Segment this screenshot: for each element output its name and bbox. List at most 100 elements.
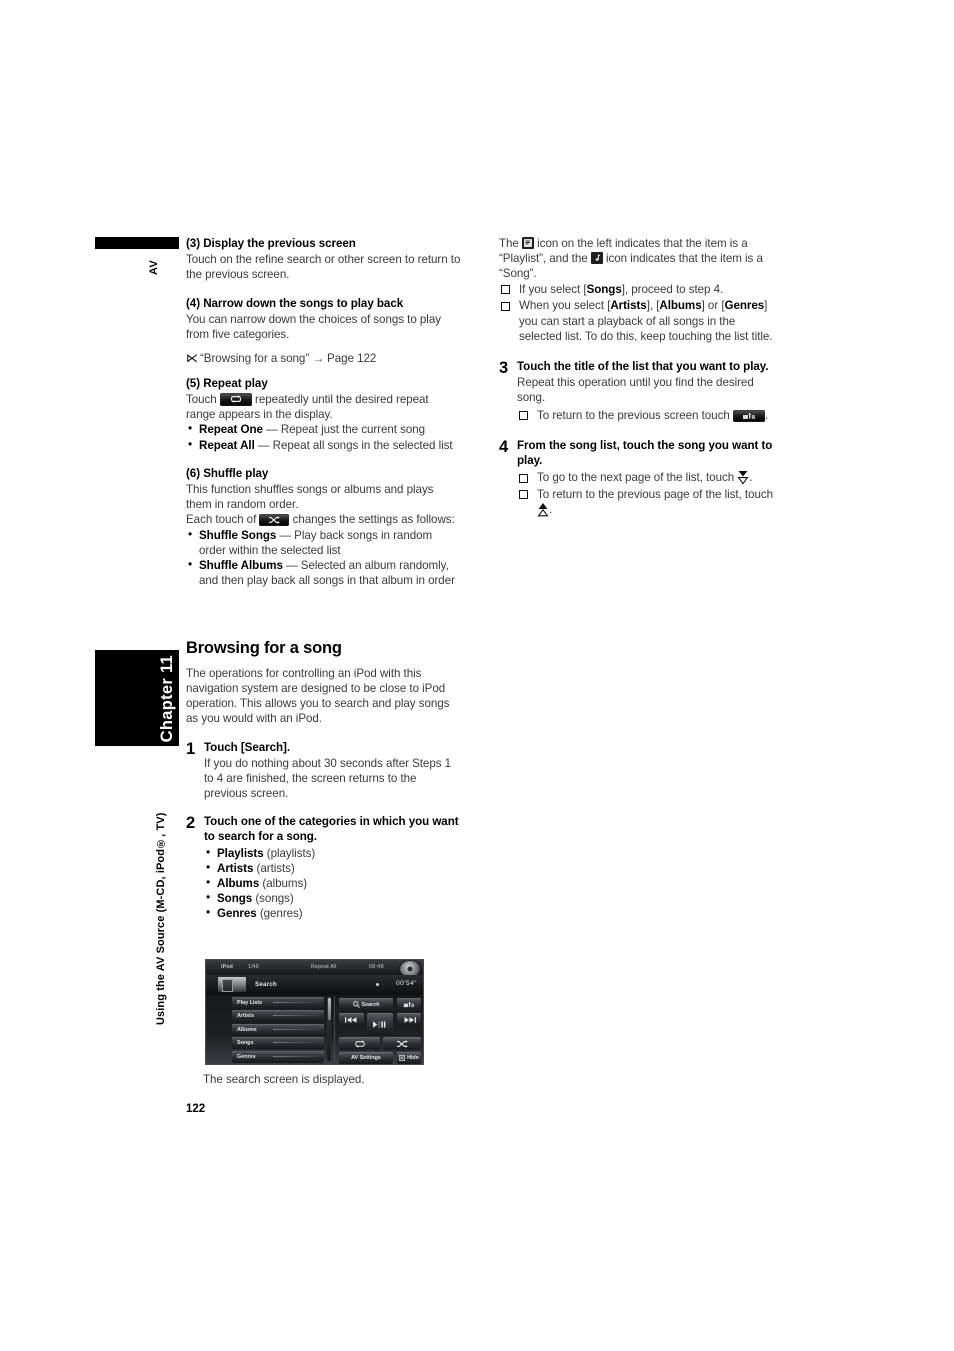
step-3: 3 Touch the title of the list that you w… [499,359,774,425]
step3-notes: To return to the previous screen touch . [517,407,774,424]
category-list: Play Lists Artists Albums Songs Genres [232,997,324,1064]
list-item-songs[interactable]: Songs [232,1037,324,1050]
cross-reference-item4: ⋉ “Browsing for a song” → Page 122 [186,351,461,367]
chapter-tab-label: Chapter 11 [157,654,176,742]
screen-title: Search [255,981,277,988]
list-item-albums[interactable]: Albums [232,1023,324,1036]
heading-item5: (5) Repeat play [186,376,268,390]
search-icon [352,1001,360,1008]
return-key-icon [732,410,765,423]
hide-label: Hide [407,1055,419,1061]
body-item3: Touch on the refine search or other scre… [186,253,461,282]
bullets-item5: Repeat One — Repeat just the current son… [186,421,461,453]
step4-notes: To go to the next page of the list, touc… [517,470,774,518]
list-item-label: Albums [237,1026,257,1033]
bullet-desc: — Repeat all songs in the selected list [254,438,453,452]
bullet-desc: — Repeat just the current song [262,423,426,437]
bullet-desc: (genres) [256,907,303,921]
step-title: Touch [Search]. [204,740,290,754]
previous-track-button[interactable] [339,1013,364,1026]
av-tab-label: AV [148,260,160,276]
section-intro: The operations for controlling an iPod w… [186,666,450,726]
list-item: Genres (genres) [204,905,461,921]
return-icon [403,1001,415,1008]
step-4: 4 From the song list, touch the song you… [499,438,774,519]
hide-button[interactable]: Hide [397,1052,421,1064]
page-title: Browsing for a song [186,638,342,657]
source-label: iPod [221,964,234,970]
play-indicator-icon [376,983,379,986]
list-item-label: Genres [237,1053,256,1060]
shuffle-button[interactable] [383,1037,421,1050]
list-item-play-lists[interactable]: Play Lists [232,997,324,1009]
list-item-artists[interactable]: Artists [232,1010,324,1023]
search-button[interactable]: Search [339,998,393,1011]
note-pre: If you select [ [519,282,587,296]
list-item: Albums (albums) [204,875,461,891]
list-item: Repeat All — Repeat all songs in the sel… [186,437,461,453]
list-item: To return to the previous page of the li… [517,487,774,518]
note-pre: To return to the previous page of the li… [537,487,774,501]
prev-track-icon [345,1016,357,1023]
bullet-term: Playlists [217,846,264,860]
step-body: If you do nothing about 30 seconds after… [204,756,452,801]
heading-item3: (3) Display the previous screen [186,237,356,250]
elapsed-time: 00'54" [395,980,417,987]
list-item: When you select [Artists], [Albums] or [… [499,298,774,345]
bullet-term: Shuffle Albums [199,559,283,573]
bullet-term: Genres [217,907,257,921]
bullet-desc: (albums) [259,876,308,890]
av-settings-label: AV Settings [351,1055,381,1061]
step-title: From the song list, touch the song you w… [517,438,773,467]
bullet-term: Artists [217,861,254,875]
bullet-term: Shuffle Songs [199,528,277,542]
track-number: 1/40 [248,964,259,970]
repeat-status: Repeat All [311,964,337,970]
list-scrollbar[interactable] [327,997,331,1061]
shuffle-icon [397,1039,408,1048]
step-title: Touch one of the categories in which you… [204,815,459,844]
step-number: 4 [499,437,509,456]
heading-item4: (4) Narrow down the songs to play back [186,296,404,310]
playlist-icon [522,237,534,249]
next-track-button[interactable] [397,1013,421,1026]
heading-item6: (6) Shuffle play [186,466,269,480]
body-item4: You can narrow down the choices of songs… [186,312,441,341]
note-bold: Albums [659,299,702,313]
av-settings-button[interactable]: AV Settings [339,1052,393,1064]
repeat-icon [354,1039,365,1048]
return-button[interactable] [397,998,421,1011]
reference-hook-icon: ⋉ [186,351,198,366]
icon-explanation-part1: The [499,237,519,250]
list-item: If you select [Songs], proceed to step 4… [499,282,774,298]
search-button-label: Search [361,1001,380,1008]
body-item5-before: Touch [186,392,217,406]
notes-list: If you select [Songs], proceed to step 4… [499,282,774,345]
page-number: 122 [186,1103,206,1115]
album-art-thumbnail [218,977,246,992]
side-tab-label: Using the AV Source (M-CD, iPod®, TV) [155,812,167,1025]
note-post: . [749,471,753,485]
hide-icon [399,1055,406,1061]
list-item-label: Artists [237,1013,255,1020]
play-pause-button[interactable] [367,1013,393,1035]
note-pre: To go to the next page of the list, touc… [537,471,735,485]
list-item: Repeat One — Repeat just the current son… [186,421,461,437]
body-item6-before: Each touch of [186,513,257,527]
next-track-icon [403,1016,416,1023]
bullet-desc: (artists) [253,861,295,875]
play-pause-icon [373,1020,386,1028]
bullet-term: Albums [217,876,260,890]
right-column: The icon on the left indicates that the … [499,236,774,519]
list-item-genres[interactable]: Genres [232,1050,324,1063]
screenshot-caption: The search screen is displayed. [203,1073,365,1086]
repeat-button[interactable] [339,1037,380,1050]
step-1: 1 Touch [Search]. If you do nothing abou… [186,740,461,802]
step-body: Repeat this operation until you find the… [517,375,754,405]
body-item6: This function shuffles songs or albums a… [186,482,434,512]
note-bold: Genres [724,299,765,313]
page-up-icon [537,502,549,517]
repeat-key-icon [219,392,252,406]
list-item: To go to the next page of the list, touc… [517,470,774,486]
step-2: 2 Touch one of the categories in which y… [186,814,461,921]
